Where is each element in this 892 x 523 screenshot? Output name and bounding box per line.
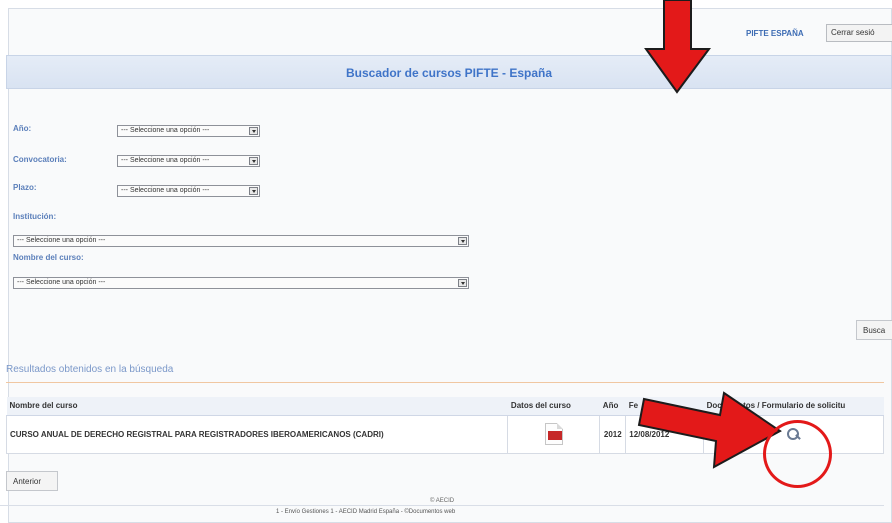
plazo-select-value: --- Seleccione una opción ---: [121, 187, 210, 194]
search-button[interactable]: Busca: [856, 320, 892, 340]
convocatoria-select-value: --- Seleccione una opción ---: [121, 157, 210, 164]
pdf-icon[interactable]: [544, 423, 563, 445]
results-label: Resultados obtenidos en la búsqueda: [6, 364, 174, 375]
page-title: Buscador de cursos PIFTE - España: [345, 66, 553, 80]
convocatoria-label: Convocatoria:: [13, 155, 67, 164]
chevron-down-icon: [458, 237, 467, 245]
plazo-label: Plazo:: [13, 183, 37, 192]
course-data-cell: [507, 414, 601, 454]
year-select[interactable]: --- Seleccione una opción ---: [117, 125, 260, 137]
down-arrow-shape: [644, 0, 711, 94]
institucion-select[interactable]: --- Seleccione una opción ---: [13, 235, 469, 247]
footer-links: 1 - Envío Gestiones 1 - AECID Madrid Esp…: [276, 509, 456, 515]
col-header-year: Año: [599, 397, 626, 416]
institucion-select-value: --- Seleccione una opción ---: [17, 237, 106, 244]
convocatoria-select[interactable]: --- Seleccione una opción ---: [117, 155, 260, 167]
col-header-data: Datos del curso: [507, 397, 600, 416]
chevron-down-icon: [458, 279, 467, 287]
pifte-espana-link[interactable]: PIFTE ESPAÑA: [746, 29, 804, 38]
year-select-value: --- Seleccione una opción ---: [121, 127, 210, 134]
highlight-circle: [763, 420, 832, 488]
course-year-cell: 2012: [599, 414, 627, 454]
chevron-down-icon: [249, 127, 258, 135]
course-name-cell: CURSO ANUAL DE DERECHO REGISTRAL PARA RE…: [5, 414, 509, 454]
logout-button[interactable]: Cerrar sesió: [826, 24, 892, 42]
back-button[interactable]: Anterior: [6, 471, 58, 491]
down-arrow-annotation: [644, 0, 711, 94]
col-header-name: Nombre del curso: [6, 397, 508, 416]
curso-select-value: --- Seleccione una opción ---: [17, 279, 106, 286]
institucion-label: Institución:: [13, 212, 57, 221]
chevron-down-icon: [249, 187, 258, 195]
curso-select[interactable]: --- Seleccione una opción ---: [13, 277, 469, 289]
pointer-arrow-shape: [637, 391, 782, 469]
year-label: Año:: [13, 124, 32, 133]
top-bar: PIFTE ESPAÑA Cerrar sesió: [0, 18, 892, 46]
chevron-down-icon: [249, 157, 258, 165]
footer-copyright: © AECID: [430, 498, 455, 504]
curso-label: Nombre del curso:: [13, 253, 84, 262]
plazo-select[interactable]: --- Seleccione una opción ---: [117, 185, 260, 197]
footer-divider: [0, 505, 884, 506]
title-bar: Buscador de cursos PIFTE - España: [6, 55, 892, 89]
